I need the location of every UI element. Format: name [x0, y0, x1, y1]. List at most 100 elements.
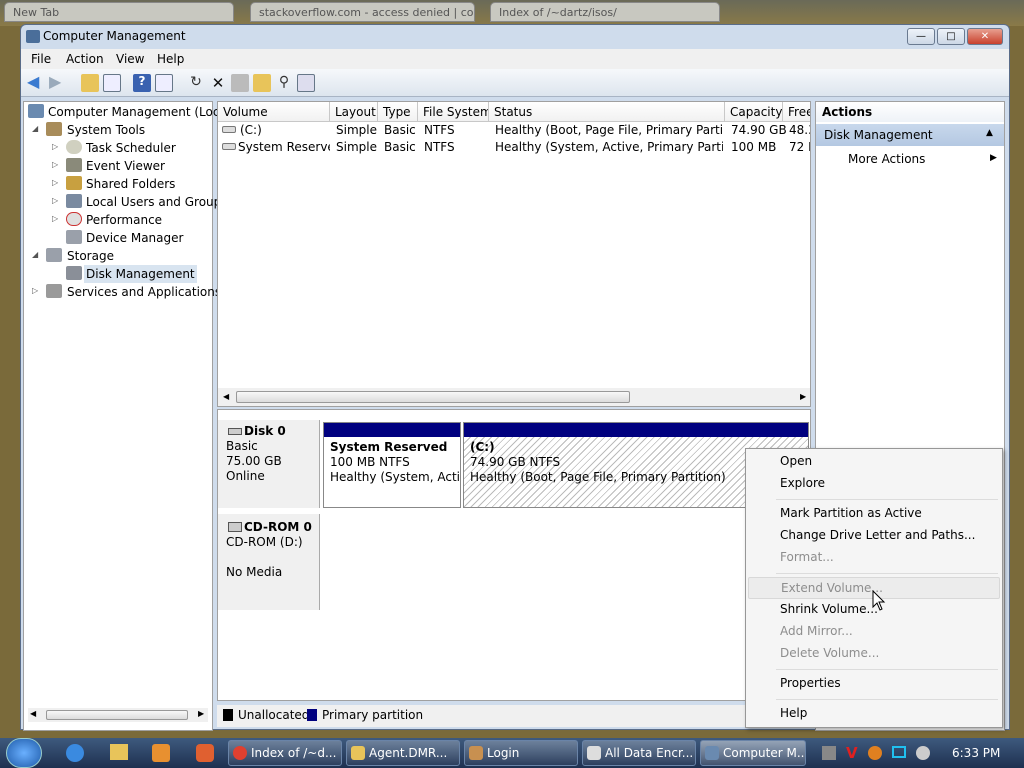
column-header-free[interactable]: Free [783, 102, 810, 122]
tree-item-device-manager[interactable]: Device Manager [86, 229, 183, 247]
tree-item-local-users-and-groups[interactable]: Local Users and Groups [86, 193, 228, 211]
expand-arrow-icon[interactable]: ▷ [52, 214, 58, 223]
tree-item-system-tools[interactable]: System Tools [67, 121, 145, 139]
menu-action[interactable]: Action [66, 52, 104, 66]
disk0-info[interactable]: Disk 0 Basic 75.00 GB Online [218, 420, 320, 508]
internet-explorer-icon[interactable] [66, 744, 84, 762]
list-horizontal-scrollbar[interactable]: ◀ ▶ [218, 388, 810, 406]
close-button[interactable]: ✕ [967, 28, 1003, 45]
expand-arrow-icon[interactable]: ▷ [32, 286, 38, 295]
taskbar-item-chrome[interactable]: Index of /~d... [228, 740, 342, 766]
column-header-status[interactable]: Status [489, 102, 725, 122]
tree-item-performance[interactable]: Performance [86, 211, 162, 229]
status-cell: Healthy (Boot, Page File, Primary Partit… [495, 123, 723, 137]
menu-separator [776, 699, 998, 700]
column-header-layout[interactable]: Layout [330, 102, 378, 122]
volume-cell: (C:) [240, 123, 262, 137]
scroll-thumb[interactable] [46, 710, 188, 720]
menu-item-explore[interactable]: Explore [748, 473, 1000, 495]
menu-item-open[interactable]: Open [748, 451, 1000, 473]
tray-v-icon[interactable]: V [846, 744, 858, 762]
app-icon[interactable] [196, 744, 214, 762]
taskbar-item-agent[interactable]: Agent.DMR... [346, 740, 460, 766]
menu-help[interactable]: Help [157, 52, 184, 66]
back-icon[interactable]: ◀ [27, 74, 45, 92]
menu-item-format: Format... [780, 550, 834, 564]
actions-section-disk-management[interactable]: Disk Management ▲ [816, 124, 1004, 146]
show-hide-tree-icon[interactable] [103, 74, 121, 92]
scroll-right-arrow-icon[interactable]: ▶ [800, 392, 806, 401]
up-folder-icon[interactable] [81, 74, 99, 92]
menu-file[interactable]: File [31, 52, 51, 66]
submenu-arrow-icon: ▶ [990, 153, 997, 163]
tree-item-storage[interactable]: Storage [67, 247, 114, 265]
more-actions[interactable]: More Actions ▶ [816, 150, 1004, 170]
menu-view[interactable]: View [116, 52, 144, 66]
tray-search-icon[interactable] [868, 746, 882, 760]
app-icon [26, 30, 40, 43]
delete-icon[interactable]: ✕ [209, 74, 227, 92]
column-header-type[interactable]: Type [378, 102, 418, 122]
expand-arrow-icon[interactable]: ▷ [52, 160, 58, 169]
browser-tab[interactable]: New Tab [4, 2, 234, 22]
partition-system-reserved[interactable]: System Reserved 100 MB NTFS Healthy (Sys… [323, 422, 461, 508]
layout-cell: Simple [336, 123, 377, 137]
open-icon[interactable] [253, 74, 271, 92]
scroll-thumb[interactable] [236, 391, 630, 403]
view-icon[interactable] [297, 74, 315, 92]
menu-item-help[interactable]: Help [748, 703, 1000, 725]
tree-item-disk-management[interactable]: Disk Management [84, 265, 197, 283]
expand-arrow-icon[interactable]: ▷ [52, 196, 58, 205]
computer-icon [28, 104, 44, 118]
expand-arrow-icon[interactable]: ▷ [52, 142, 58, 151]
help-icon[interactable]: ? [133, 74, 151, 92]
navigation-tree: Computer Management (Local ◢ System Tool… [23, 101, 230, 731]
maximize-button[interactable]: □ [937, 28, 965, 45]
volume-list: Volume Layout Type File System Status Ca… [217, 101, 811, 407]
browser-tab[interactable]: stackoverflow.com - access denied | cool… [250, 2, 475, 22]
collapse-arrow-icon[interactable]: ◢ [32, 124, 38, 133]
primary-partition-swatch [307, 709, 317, 721]
tree-horizontal-scrollbar[interactable]: ◀ ▶ [28, 708, 208, 722]
menu-item-mark-partition-active[interactable]: Mark Partition as Active [748, 503, 1000, 525]
refresh-icon[interactable]: ↻ [187, 74, 205, 92]
menu-item-change-drive-letter[interactable]: Change Drive Letter and Paths... [748, 525, 1000, 547]
browser-tab[interactable]: Index of /~dartz/isos/ [490, 2, 720, 22]
start-button[interactable] [6, 738, 42, 768]
tree-item-event-viewer[interactable]: Event Viewer [86, 157, 165, 175]
menu-item-properties[interactable]: Properties [748, 673, 1000, 695]
column-header-volume[interactable]: Volume [218, 102, 330, 122]
taskbar-item-computer-management[interactable]: Computer M... [700, 740, 806, 766]
forward-icon[interactable]: ▶ [49, 74, 67, 92]
scroll-left-arrow-icon[interactable]: ◀ [223, 392, 229, 401]
minimize-button[interactable]: — [907, 28, 935, 45]
tree-item-shared-folders[interactable]: Shared Folders [86, 175, 175, 193]
shared-folders-icon [66, 176, 82, 190]
column-header-file-system[interactable]: File System [418, 102, 489, 122]
scroll-right-arrow-icon[interactable]: ▶ [198, 709, 204, 718]
show-hide-action-pane-icon[interactable] [155, 74, 173, 92]
explorer-icon[interactable] [110, 744, 128, 760]
tray-volume-icon[interactable] [916, 746, 930, 760]
tree-item-computer-management[interactable]: Computer Management (Local [48, 103, 230, 121]
tray-display-icon[interactable] [892, 746, 906, 758]
column-header-capacity[interactable]: Capacity [725, 102, 783, 122]
performance-icon [66, 212, 82, 226]
taskbar-item-login[interactable]: Login [464, 740, 578, 766]
expand-arrow-icon[interactable]: ▷ [52, 178, 58, 187]
collapse-arrow-icon[interactable]: ◢ [32, 250, 38, 259]
media-player-icon[interactable] [152, 744, 170, 762]
cdrom0-info[interactable]: CD-ROM 0 CD-ROM (D:) No Media [218, 514, 320, 610]
tree-item-task-scheduler[interactable]: Task Scheduler [86, 139, 176, 157]
taskbar-item-all-data-encryption[interactable]: All Data Encr... [582, 740, 696, 766]
properties-icon[interactable] [231, 74, 249, 92]
collapse-triangle-icon[interactable]: ▲ [986, 128, 993, 138]
scroll-left-arrow-icon[interactable]: ◀ [30, 709, 36, 718]
file-system-cell: NTFS [424, 123, 455, 137]
search-icon[interactable]: ⚲ [275, 74, 293, 92]
tree-item-services-and-applications[interactable]: Services and Applications [67, 283, 221, 301]
layout-cell: Simple [336, 140, 377, 154]
tray-network-icon[interactable] [822, 746, 836, 760]
context-menu: Open Explore Mark Partition as Active Ch… [745, 448, 1003, 728]
clock[interactable]: 6:33 PM [952, 746, 1000, 760]
